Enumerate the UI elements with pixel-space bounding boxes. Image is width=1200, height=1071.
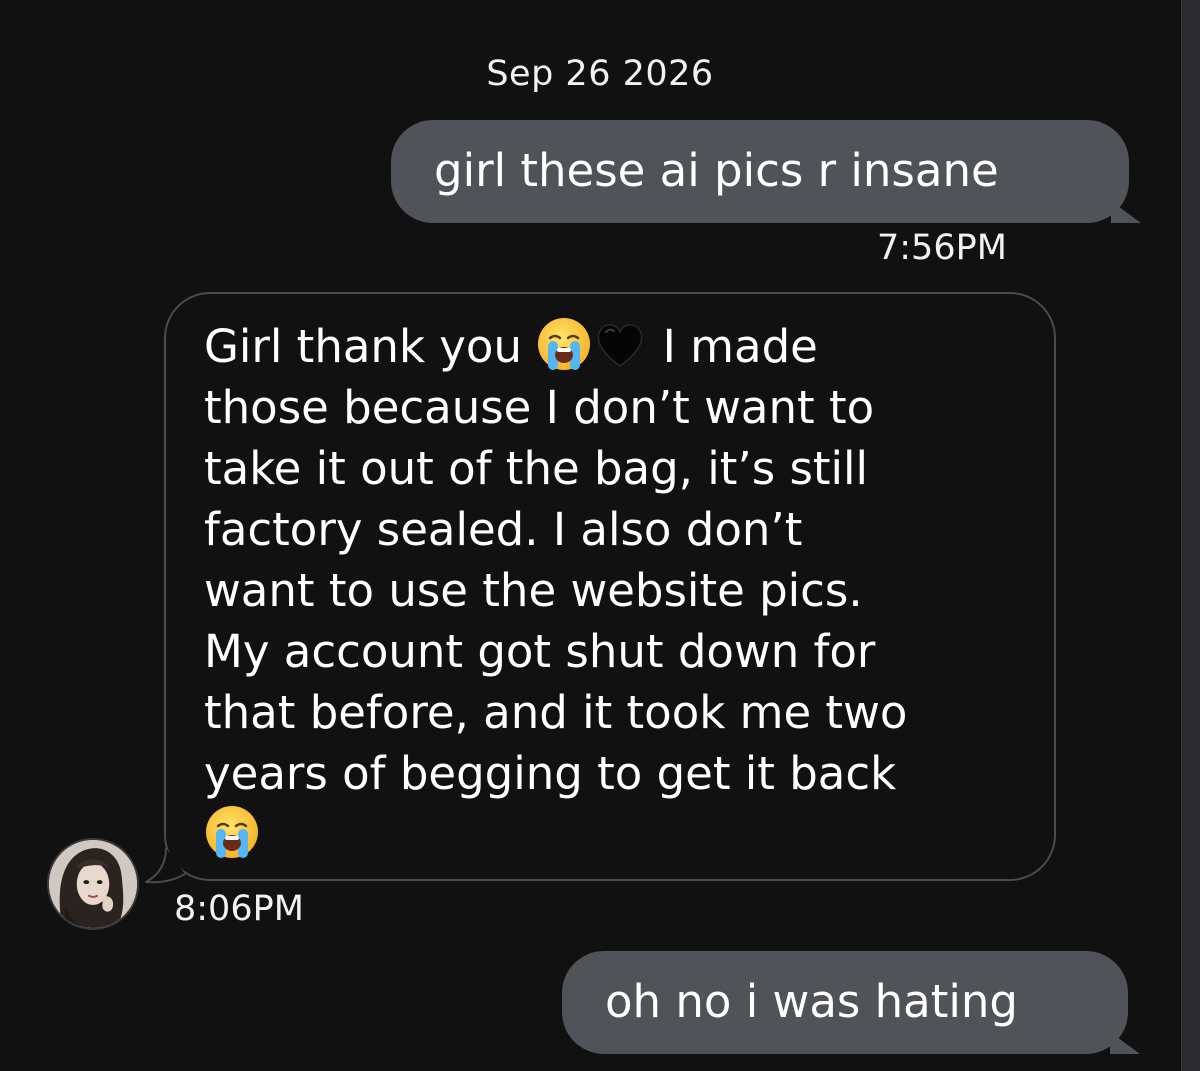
loudly-crying-face-icon <box>206 806 258 858</box>
scrollbar[interactable] <box>1181 0 1200 1071</box>
bubble-tail <box>1111 201 1141 223</box>
message-line: years of begging to get it back <box>204 747 897 800</box>
message-text: girl these ai pics r insane <box>434 144 999 197</box>
avatar-photo-icon <box>49 840 137 928</box>
message-line: those because I don’t want to <box>204 381 875 434</box>
message-line <box>204 804 1024 865</box>
contact-avatar[interactable] <box>47 838 139 930</box>
message-text: Girl thank you <box>204 320 537 373</box>
message-line: factory sealed. I also don’t <box>204 503 803 556</box>
black-heart-icon <box>597 324 643 367</box>
incoming-message-bubble[interactable]: Girl thank you I made those because I do… <box>164 292 1056 881</box>
message-line: My account got shut down for <box>204 625 876 678</box>
message-timestamp: 7:56PM <box>877 228 1007 268</box>
message-text: oh no i was hating <box>605 975 1018 1028</box>
message-text: I made <box>662 320 818 373</box>
message-line: that before, and it took me two <box>204 686 908 739</box>
date-stamp: Sep 26 2026 <box>486 54 714 94</box>
message-line: want to use the website pics. <box>204 564 863 617</box>
message-timestamp: 8:06PM <box>174 889 304 929</box>
outgoing-message-bubble[interactable]: girl these ai pics r insane <box>391 120 1141 223</box>
incoming-bubble-tail <box>145 848 186 884</box>
bubble-tail <box>1110 1032 1140 1054</box>
message-line: take it out of the bag, it’s still <box>204 442 869 495</box>
message-line: Girl thank you I made <box>204 316 1024 377</box>
outgoing-message-bubble[interactable]: oh no i was hating <box>562 951 1140 1054</box>
loudly-crying-face-icon <box>538 318 591 370</box>
